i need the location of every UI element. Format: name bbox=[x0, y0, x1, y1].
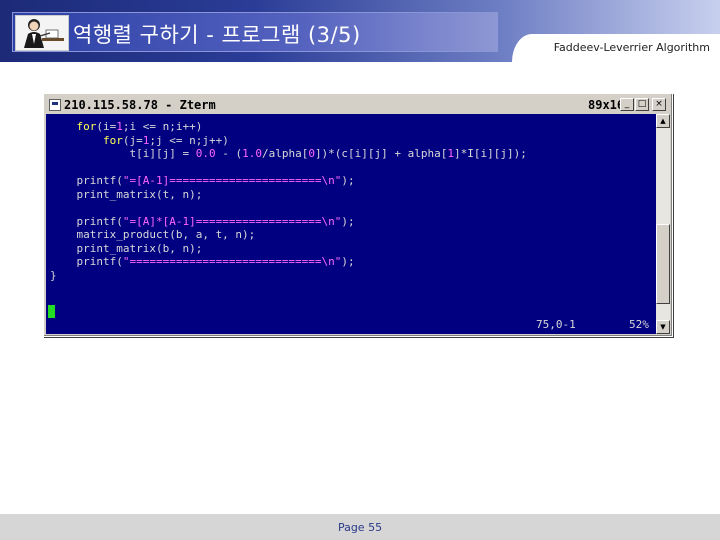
slide-subtitle: Faddeev-Leverrier Algorithm bbox=[553, 41, 710, 54]
code-line: printf("=============================\n"… bbox=[50, 255, 355, 269]
code-token: for bbox=[102, 133, 123, 147]
code-line: printf("=[A-1]=======================\n"… bbox=[50, 174, 355, 188]
scrollbar-thumb[interactable] bbox=[656, 224, 670, 304]
code-token: ]*I[i][j]); bbox=[454, 147, 527, 160]
code-token: ); bbox=[341, 255, 355, 268]
code-token: printf( bbox=[50, 255, 123, 268]
slide-title: 역행렬 구하기 - 프로그램 (3/5) bbox=[73, 23, 361, 47]
scroll-down-arrow-icon[interactable]: ▼ bbox=[656, 320, 670, 334]
code-line: print_matrix(t, n); bbox=[50, 188, 202, 202]
code-token: } bbox=[50, 268, 57, 282]
code-token: print_matrix(b, n); bbox=[50, 241, 203, 255]
maximize-button[interactable]: □ bbox=[635, 98, 649, 111]
code-line: for(i=1;i <= n;i++) bbox=[50, 120, 203, 134]
code-token: "=============================\n" bbox=[122, 255, 342, 268]
code-token: (j= bbox=[122, 133, 143, 147]
code-token: print_matrix(t, n); bbox=[50, 187, 203, 201]
vertical-scrollbar[interactable]: ▲ ▼ bbox=[656, 114, 670, 334]
text-cursor bbox=[48, 305, 55, 318]
code-token: t[i][j] = bbox=[50, 147, 196, 160]
code-token: (i= bbox=[96, 120, 117, 133]
code-token: "=[A-1]=======================\n" bbox=[122, 174, 342, 187]
terminal-app-icon[interactable] bbox=[49, 99, 61, 111]
window-title: 210.115.58.78 - Zterm bbox=[64, 98, 216, 112]
scroll-percent-status: 52% bbox=[629, 318, 649, 331]
code-line: for(j=1;j <= n;j++) bbox=[50, 134, 229, 148]
scroll-up-arrow-icon[interactable]: ▲ bbox=[656, 114, 670, 128]
window-titlebar[interactable]: 210.115.58.78 - Zterm 89x16 _ □ × bbox=[46, 96, 670, 114]
code-token: ); bbox=[341, 174, 355, 187]
code-line: matrix_product(b, a, t, n); bbox=[50, 228, 255, 242]
code-line: printf("=[A]*[A-1]===================\n"… bbox=[50, 214, 355, 229]
footer-band: Page 55 bbox=[0, 514, 720, 540]
code-token: 1 bbox=[116, 120, 123, 133]
title-box: 역행렬 구하기 - 프로그램 (3/5) bbox=[12, 12, 498, 52]
cursor-position-status: 75,0-1 bbox=[536, 318, 576, 331]
code-line: t[i][j] = 0.0 - (1.0/alpha[0])*(c[i][j] … bbox=[50, 147, 527, 161]
code-token: for bbox=[76, 120, 97, 133]
presenter-logo bbox=[15, 15, 69, 51]
code-token: ;j <= n;j++) bbox=[149, 133, 229, 147]
close-button[interactable]: × bbox=[652, 98, 666, 111]
page-number: Page 55 bbox=[337, 521, 383, 534]
code-token: printf( bbox=[50, 214, 123, 228]
code-token: ])*(c[i][j] + alpha[ bbox=[314, 147, 448, 160]
code-token: 0 bbox=[308, 147, 315, 160]
code-token: ); bbox=[341, 214, 355, 228]
code-token: - ( bbox=[215, 147, 243, 160]
terminal-screen[interactable]: 75,0-1 52% for(i=1;i <= n;i++) for(j=1;j… bbox=[46, 114, 656, 334]
terminal-window: 210.115.58.78 - Zterm 89x16 _ □ × 75,0-1… bbox=[43, 93, 673, 337]
code-line: } bbox=[50, 269, 57, 283]
subtitle-tab: Faddeev-Leverrier Algorithm bbox=[512, 34, 720, 62]
terminal-dimensions: 89x16 bbox=[588, 98, 625, 112]
header-band: 역행렬 구하기 - 프로그램 (3/5) Faddeev-Leverrier A… bbox=[0, 0, 720, 62]
code-token: matrix_product(b, a, t, n); bbox=[50, 228, 256, 241]
code-token: printf( bbox=[50, 174, 123, 187]
code-token: /alpha[ bbox=[261, 147, 309, 160]
code-token: 1.0 bbox=[242, 147, 262, 160]
minimize-button[interactable]: _ bbox=[620, 98, 634, 111]
code-token: "=[A]*[A-1]===================\n" bbox=[122, 214, 342, 228]
code-token: 0.0 bbox=[195, 147, 216, 160]
code-line: print_matrix(b, n); bbox=[50, 242, 202, 256]
code-token: ;i <= n;i++) bbox=[122, 120, 203, 133]
